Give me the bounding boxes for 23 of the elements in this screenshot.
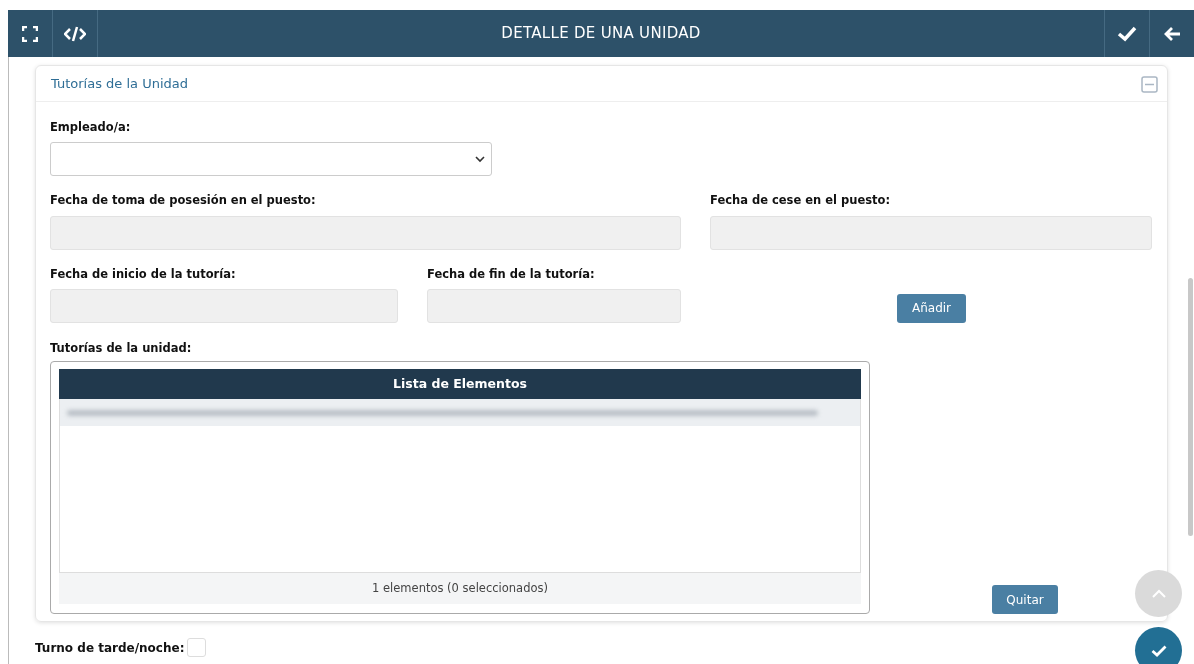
list-footer: 1 elementos (0 seleccionados) xyxy=(372,579,548,598)
field-label: Empleado/a: xyxy=(50,119,131,136)
panel-title: Tutorías de la Unidad xyxy=(51,74,188,93)
field-label: Fecha de fin de la tutoría: xyxy=(427,265,595,283)
field-label: Fecha de cese en el puesto: xyxy=(710,192,891,210)
add-button[interactable]: Añadir xyxy=(897,293,966,323)
confirm-button[interactable] xyxy=(1135,627,1182,664)
scrollbar[interactable] xyxy=(1188,278,1193,536)
chevron-up-icon xyxy=(1151,589,1166,598)
collapse-icon[interactable] xyxy=(1141,75,1158,93)
checkbox[interactable] xyxy=(187,638,207,657)
remove-button[interactable]: Quitar xyxy=(992,585,1058,614)
field-label: Turno de tarde/noche: xyxy=(35,639,185,657)
select-field[interactable] xyxy=(50,142,492,177)
field-label: Fecha de toma de posesión en el puesto: xyxy=(50,192,316,210)
check-icon xyxy=(1150,644,1167,657)
list-label: Tutorías de la unidad: xyxy=(50,339,192,357)
scroll-up-button[interactable] xyxy=(1135,570,1182,617)
chevron-down-icon xyxy=(475,155,485,163)
list-row[interactable] xyxy=(60,399,860,426)
list-header: Lista de Elementos xyxy=(59,369,861,399)
window-title: DETALLE DE UNA UNIDAD xyxy=(501,23,701,45)
field-label: Fecha de inicio de la tutoría: xyxy=(50,265,236,283)
